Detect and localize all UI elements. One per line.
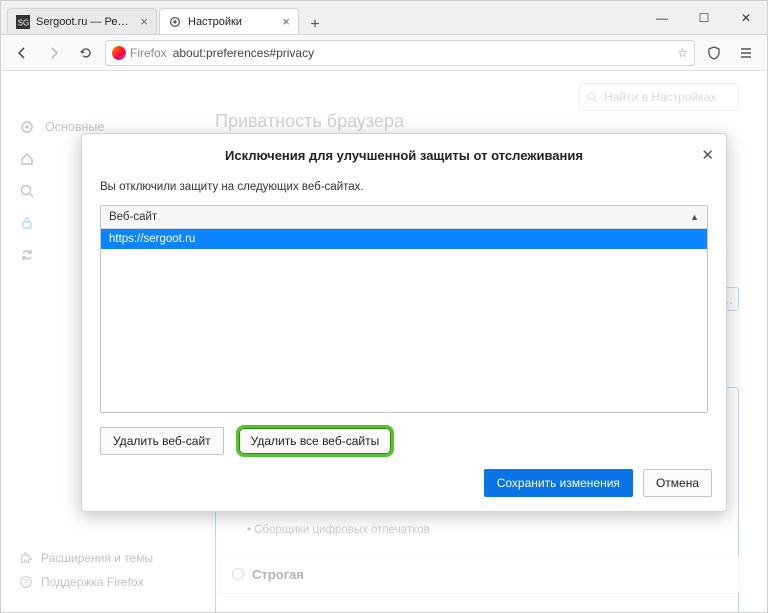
identity-box[interactable]: Firefox xyxy=(112,46,167,60)
save-button[interactable]: Сохранить изменения xyxy=(484,469,633,497)
window-controls: — ☐ ✕ xyxy=(641,1,767,34)
svg-text:SG: SG xyxy=(18,18,29,27)
dialog-subtitle: Вы отключили защиту на следующих веб-сай… xyxy=(82,171,726,199)
tab-sergoot[interactable]: SG Sergoot.ru — Решение ваших… × xyxy=(7,8,157,34)
minimize-button[interactable]: — xyxy=(641,1,683,34)
close-icon[interactable]: ✕ xyxy=(701,146,714,164)
identity-label: Firefox xyxy=(130,46,167,60)
column-header[interactable]: Веб-сайт ▲ xyxy=(101,206,707,229)
cancel-button[interactable]: Отмена xyxy=(643,469,712,497)
exceptions-dialog: Исключения для улучшенной защиты от отсл… xyxy=(81,133,727,512)
tab-label: Sergoot.ru — Решение ваших… xyxy=(36,16,134,28)
firefox-icon xyxy=(112,46,126,60)
site-list: Веб-сайт ▲ https://sergoot.ru xyxy=(100,205,708,413)
back-button[interactable] xyxy=(9,40,35,66)
titlebar: SG Sergoot.ru — Решение ваших… × Настрой… xyxy=(1,1,767,35)
close-button[interactable]: ✕ xyxy=(725,1,767,34)
forward-button[interactable] xyxy=(41,40,67,66)
remove-all-sites-button[interactable]: Удалить все веб-сайты xyxy=(238,427,393,455)
close-icon[interactable]: × xyxy=(140,14,148,29)
dialog-header: Исключения для улучшенной защиты от отсл… xyxy=(82,134,726,171)
browser-window: SG Sergoot.ru — Решение ваших… × Настрой… xyxy=(0,0,768,613)
tab-label: Настройки xyxy=(188,16,276,28)
reload-button[interactable] xyxy=(73,40,99,66)
dialog-title: Исключения для улучшенной защиты от отсл… xyxy=(98,148,710,163)
column-label: Веб-сайт xyxy=(109,211,157,223)
gear-icon xyxy=(168,15,182,29)
url-bar[interactable]: Firefox about:preferences#privacy ☆ xyxy=(105,40,695,66)
tab-strip: SG Sergoot.ru — Решение ваших… × Настрой… xyxy=(1,1,641,34)
menu-icon[interactable] xyxy=(733,40,759,66)
tab-settings[interactable]: Настройки × xyxy=(159,8,299,34)
maximize-button[interactable]: ☐ xyxy=(683,1,725,34)
list-item[interactable]: https://sergoot.ru xyxy=(101,229,707,249)
bookmark-icon[interactable]: ☆ xyxy=(677,46,688,60)
list-body[interactable]: https://sergoot.ru xyxy=(101,229,707,412)
new-tab-button[interactable]: + xyxy=(301,16,329,34)
content-area: Найти в Настройках Основные Начало Поиск… xyxy=(1,71,767,612)
close-icon[interactable]: × xyxy=(282,14,290,29)
protections-icon[interactable] xyxy=(701,40,727,66)
remove-site-button[interactable]: Удалить веб-сайт xyxy=(100,427,224,455)
dialog-actions-left: Удалить веб-сайт Удалить все веб-сайты xyxy=(82,413,726,455)
dialog-actions-right: Сохранить изменения Отмена xyxy=(82,455,726,511)
navbar: Firefox about:preferences#privacy ☆ xyxy=(1,35,767,71)
favicon-sg: SG xyxy=(16,15,30,29)
url-text: about:preferences#privacy xyxy=(173,46,314,60)
sort-icon[interactable]: ▲ xyxy=(690,212,699,222)
